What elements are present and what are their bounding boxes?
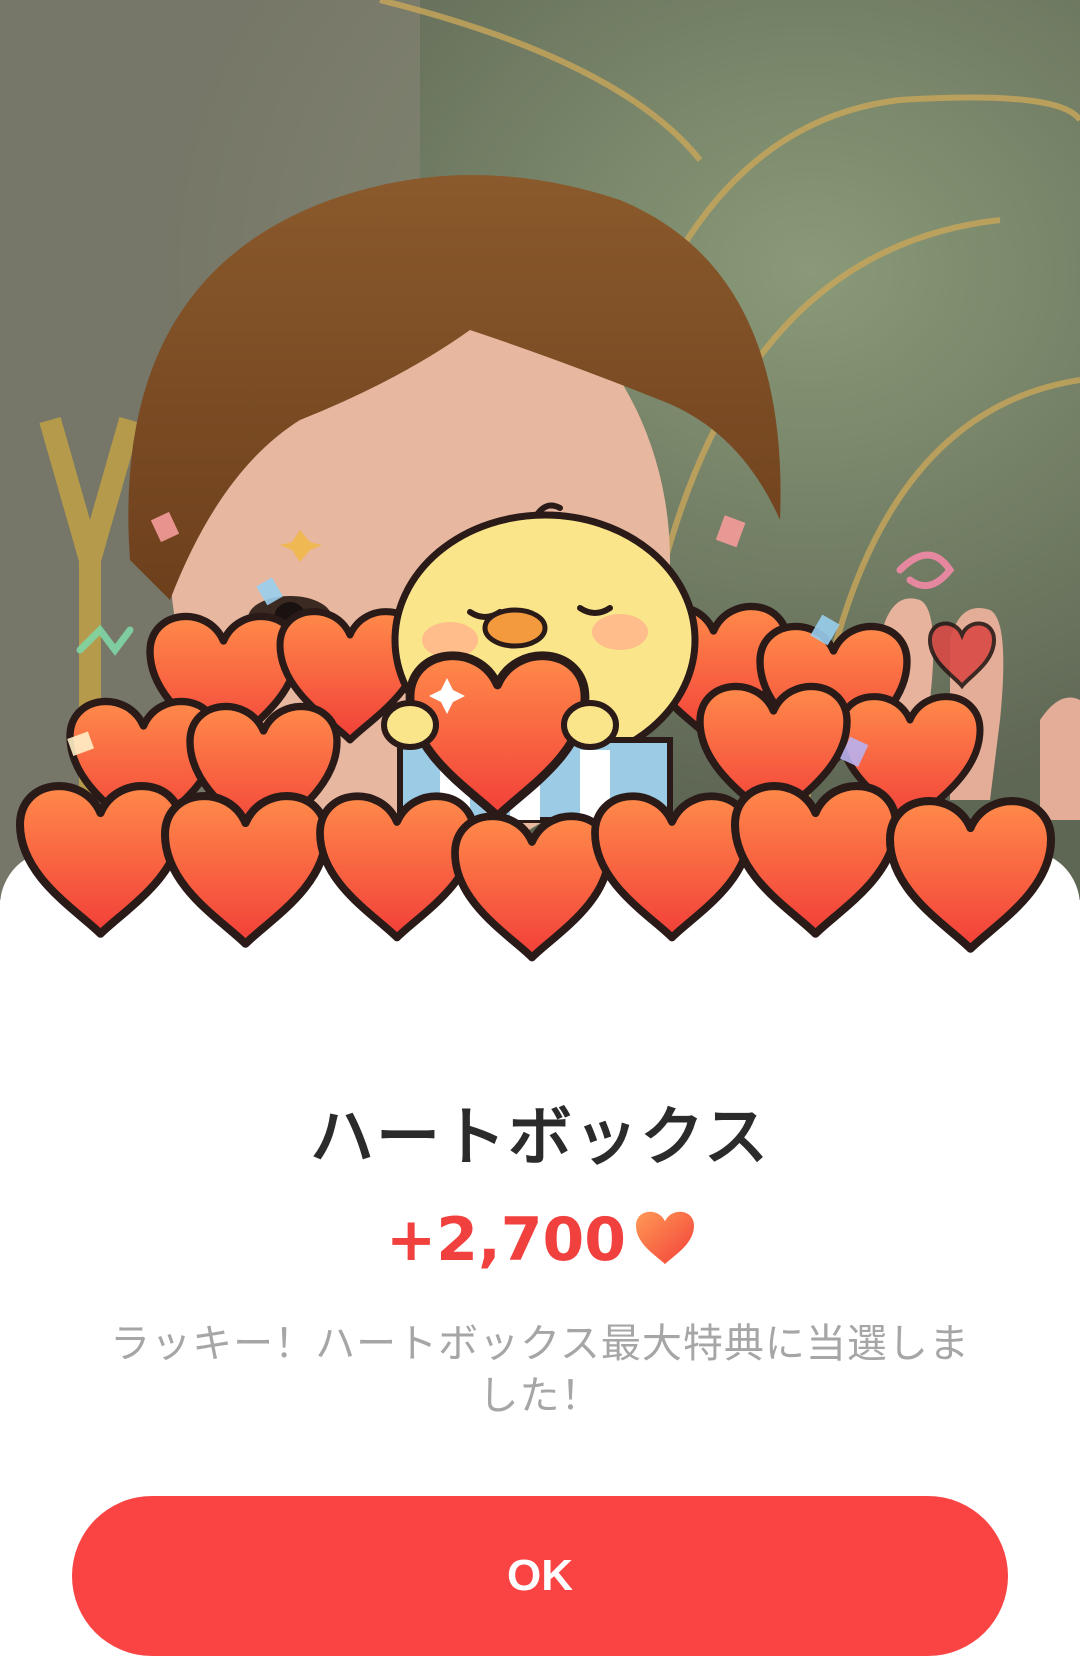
- heart-icon: [636, 1211, 695, 1269]
- popup-message: ラッキー！ハートボックス最大特典に当選しました！: [110, 1321, 970, 1419]
- reward-amount-row: +2,700: [0, 1200, 1080, 1280]
- heart-box-illustration: [0, 502, 1080, 1020]
- popup-title: ハートボックス: [309, 1101, 771, 1175]
- ok-button[interactable]: OK: [72, 1496, 1008, 1656]
- ok-button-label: OK: [507, 1551, 573, 1600]
- reward-amount: +2,700: [385, 1205, 627, 1275]
